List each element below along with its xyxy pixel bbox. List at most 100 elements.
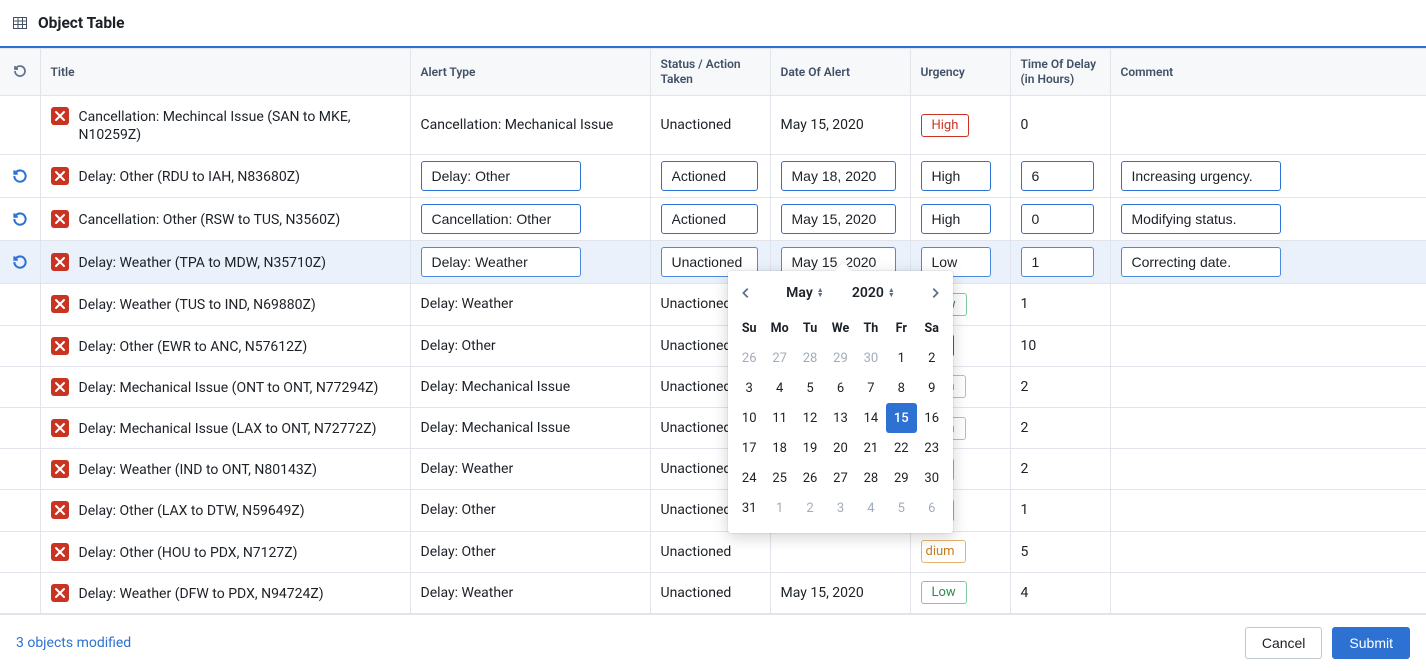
day-cell[interactable]: 30 [917,463,947,493]
day-cell[interactable]: 31 [734,493,764,523]
day-cell[interactable]: 8 [886,373,916,403]
year-select[interactable]: 2020 ▲▼ [852,285,895,301]
day-cell[interactable]: 30 [856,343,886,373]
delay-text: 0 [1021,117,1029,133]
urgency-input[interactable] [921,161,991,191]
day-cell[interactable]: 19 [795,433,825,463]
day-cell[interactable]: 23 [917,433,947,463]
alert-type-text: Delay: Other [421,502,496,518]
delay-input[interactable] [1021,161,1094,191]
day-cell[interactable]: 1 [764,493,794,523]
column-header-delay[interactable]: Time Of Delay (in Hours) [1010,49,1110,96]
month-select[interactable]: May ▲▼ [786,285,824,301]
column-header-date[interactable]: Date Of Alert [770,49,910,96]
revert-button[interactable] [6,248,34,276]
comment-input[interactable] [1121,247,1281,277]
alert-type-input[interactable] [421,247,581,277]
day-cell[interactable]: 3 [825,493,855,523]
day-cell[interactable]: 26 [734,343,764,373]
delay-input[interactable] [1021,247,1094,277]
column-header-status[interactable]: Status / Action Taken [650,49,770,96]
comment-input[interactable] [1121,161,1281,191]
row-title: Delay: Weather (TUS to IND, N69880Z) [79,294,316,314]
row-title: Delay: Other (RDU to IAH, N83680Z) [79,166,301,186]
sort-icon: ▲▼ [817,288,824,298]
day-cell[interactable]: 1 [886,343,916,373]
column-header-alert-type[interactable]: Alert Type [410,49,650,96]
day-cell[interactable]: 20 [825,433,855,463]
date-picker[interactable]: May ▲▼ 2020 ▲▼ SuMoTuWeThFrSa26272829301… [728,271,953,533]
day-cell[interactable]: 18 [764,433,794,463]
date-text: May 15, 2020 [781,585,864,601]
table-row: Delay: Weather (TUS to IND, N69880Z)Dela… [0,284,1426,325]
dow-cell: Sa [917,313,947,343]
day-cell[interactable]: 5 [795,373,825,403]
day-cell[interactable]: 11 [764,403,794,433]
revert-button[interactable] [6,205,34,233]
status-text: Unactioned [661,544,732,560]
comment-input[interactable] [1121,204,1281,234]
day-cell[interactable]: 6 [825,373,855,403]
status-text: Unactioned [661,117,732,133]
day-cell[interactable]: 13 [825,403,855,433]
day-cell[interactable]: 21 [856,433,886,463]
table-row: Cancellation: Mechincal Issue (SAN to MK… [0,96,1426,155]
day-cell[interactable]: 10 [734,403,764,433]
next-month-button[interactable] [923,281,947,305]
day-cell[interactable]: 5 [886,493,916,523]
cancel-button[interactable]: Cancel [1245,627,1323,659]
status-text: Unactioned [661,461,732,477]
urgency-input[interactable] [921,204,991,234]
day-cell[interactable]: 25 [764,463,794,493]
column-header-revert[interactable] [0,49,40,96]
dow-cell: Tu [795,313,825,343]
day-cell[interactable]: 29 [825,343,855,373]
day-cell[interactable]: 12 [795,403,825,433]
alert-type-input[interactable] [421,161,581,191]
footer: 3 objects modified Cancel Submit [0,614,1426,671]
day-cell[interactable]: 9 [917,373,947,403]
alert-type-text: Delay: Weather [421,461,514,477]
day-cell[interactable]: 3 [734,373,764,403]
table-row: Delay: Other (LAX to DTW, N59649Z) Delay:… [0,490,1426,531]
day-cell[interactable]: 17 [734,433,764,463]
alert-icon [51,543,69,561]
day-cell[interactable]: 26 [795,463,825,493]
day-cell[interactable]: 4 [856,493,886,523]
day-cell[interactable]: 27 [825,463,855,493]
status-input[interactable] [661,161,758,191]
row-title: Delay: Other (HOU to PDX, N7127Z) [79,542,298,562]
column-header-comment[interactable]: Comment [1110,49,1426,96]
day-cell[interactable]: 22 [886,433,916,463]
row-title: Delay: Other (LAX to DTW, N59649Z) [79,500,305,520]
day-cell[interactable]: 24 [734,463,764,493]
day-cell[interactable]: 27 [764,343,794,373]
revert-button[interactable] [6,162,34,190]
status-text: Unactioned [661,296,732,312]
day-cell[interactable]: 29 [886,463,916,493]
day-cell[interactable]: 14 [856,403,886,433]
prev-month-button[interactable] [734,281,758,305]
row-title: Delay: Mechanical Issue (ONT to ONT, N77… [79,377,379,397]
urgency-badge: High [921,114,970,137]
date-input[interactable] [781,204,896,234]
day-cell[interactable]: 28 [856,463,886,493]
day-cell[interactable]: 15 [886,403,916,433]
day-cell[interactable]: 2 [917,343,947,373]
day-cell[interactable]: 28 [795,343,825,373]
column-header-title[interactable]: Title [40,49,410,96]
column-header-urgency[interactable]: Urgency [910,49,1010,96]
alert-type-input[interactable] [421,204,581,234]
day-cell[interactable]: 6 [917,493,947,523]
day-cell[interactable]: 7 [856,373,886,403]
submit-button[interactable]: Submit [1332,627,1410,659]
dow-cell: We [825,313,855,343]
day-cell[interactable]: 4 [764,373,794,403]
day-cell[interactable]: 2 [795,493,825,523]
alert-icon [51,460,69,478]
date-input[interactable] [781,161,896,191]
status-input[interactable] [661,204,758,234]
day-cell[interactable]: 16 [917,403,947,433]
delay-input[interactable] [1021,204,1094,234]
alert-icon [51,419,69,437]
